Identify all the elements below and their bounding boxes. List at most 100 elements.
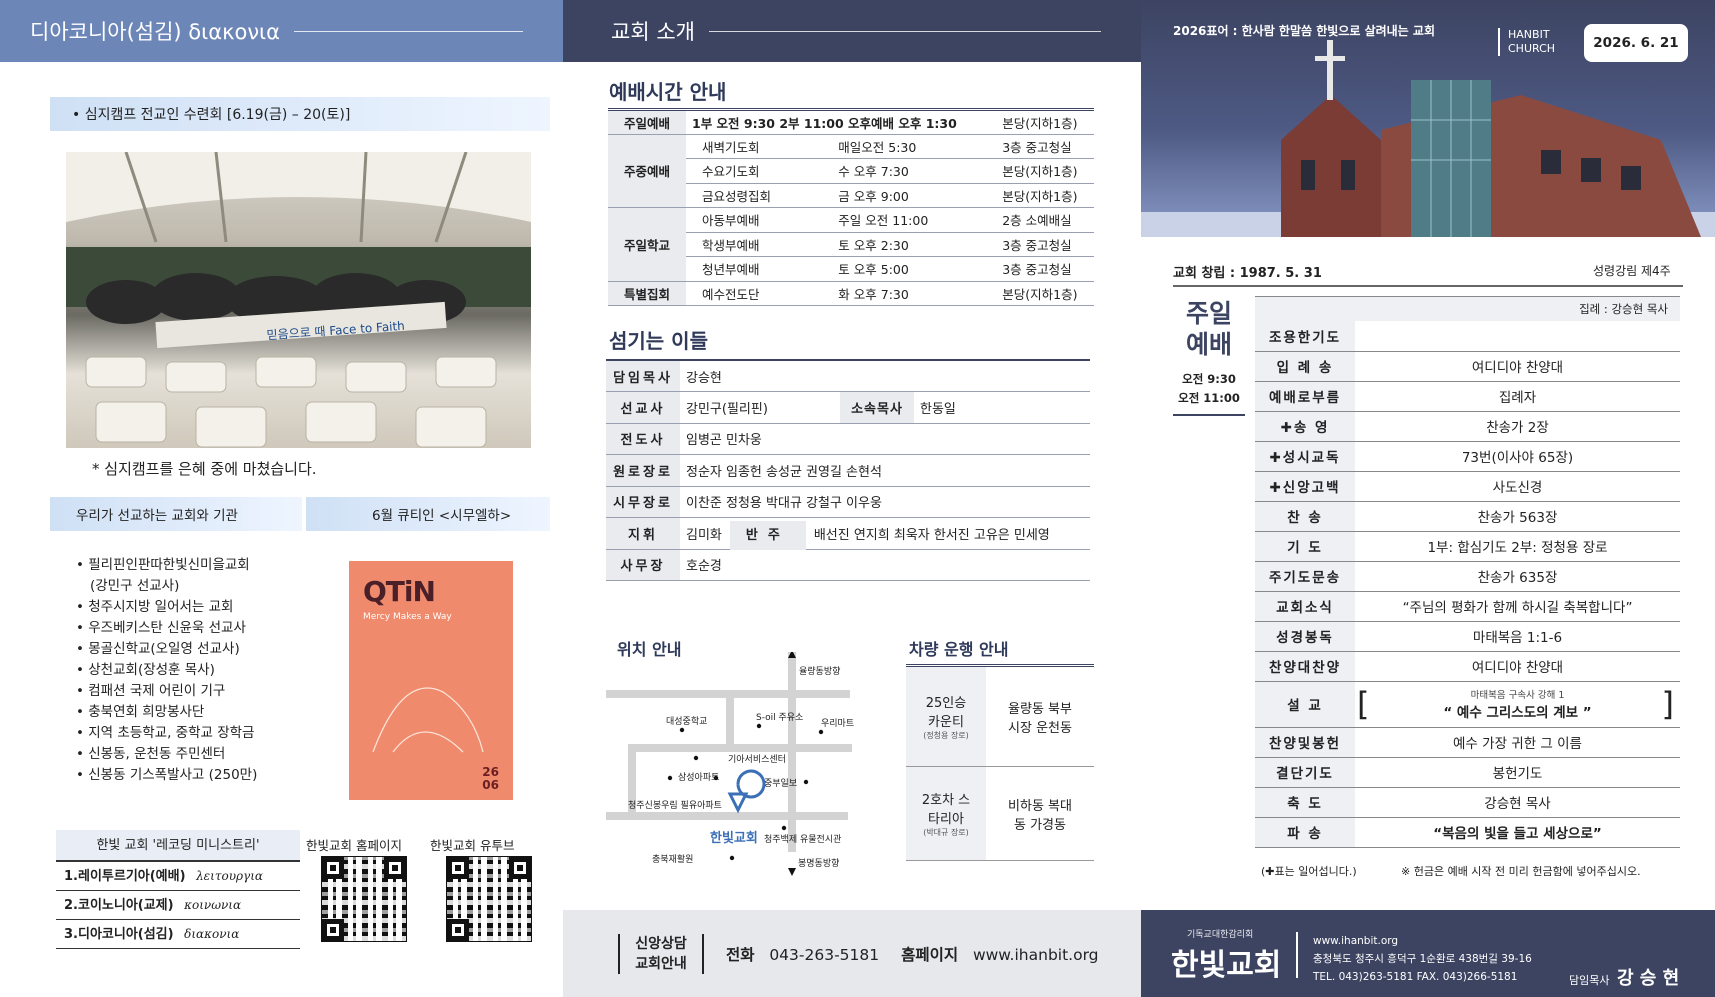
map-label: 충북재활원	[652, 853, 693, 865]
map-label: 대성중학교	[666, 716, 707, 727]
table-row: 25인승 카운티 (정청용 장로) 율량동 북부시장 운천동	[906, 667, 1094, 767]
footer-address: 충청북도 청주시 흥덕구 1순환로 438번길 39-16	[1313, 953, 1532, 965]
map-label: 중부일보	[764, 778, 797, 789]
recording-item: 2.코이노니아(교제) κοινωνια	[56, 891, 300, 920]
offering-note: ※ 헌금은 예배 시작 전 미리 헌금함에 넣어주십시오.	[1401, 865, 1641, 878]
table-row: 찬 송 찬송가 563장	[1255, 501, 1680, 532]
map-label: 삼성아파트	[678, 772, 719, 783]
table-row: 예배로부름 집례자	[1255, 381, 1680, 412]
table-row: 주일학교 아동부예배 주일 오전 11:00 2층 소예배실	[608, 207, 1094, 282]
liturgical-season: 성령강림 제4주	[1593, 264, 1671, 278]
mission-list: • 필리핀인판따한빛신미을교회 (강민구 선교사) • 청주시지방 일어서는 교…	[76, 555, 306, 786]
table-row: 원로장로 정순자 임종헌 송성균 권영길 손현석	[606, 454, 1090, 487]
list-item: • 청주시지방 일어서는 교회	[76, 599, 234, 615]
list-item: • 필리핀인판따한빛신미을교회	[76, 557, 250, 573]
issue-month: 06	[482, 778, 499, 792]
list-item: • 상천교회(장성훈 목사)	[76, 662, 215, 678]
table-row: 찬양및봉헌 예수 가장 귀한 그 이름	[1255, 727, 1680, 758]
homepage-qr-code[interactable]	[321, 856, 407, 942]
youtube-qr-code[interactable]	[446, 856, 532, 942]
map-label: 우리마트	[821, 718, 854, 729]
recording-box: 한빛 교회 '레코딩 미니스트리' 1.레이투르기아(예배) λειτουργι…	[56, 830, 300, 949]
table-row: 입 례 송 여디디야 찬양대	[1255, 351, 1680, 382]
table-row: 파 송 “복음의 빛을 들고 세상으로”	[1255, 817, 1680, 848]
photo-caption: * 심지캠프를 은혜 중에 마쳤습니다.	[92, 460, 317, 478]
church-logo: 한빛교회	[1171, 948, 1282, 983]
list-item: • 신봉동, 운천동 주민센터	[76, 746, 226, 762]
footer-pastor-name: 강 승 현	[1616, 968, 1680, 989]
location-map: 율량동방향 대성중학교 S-oil 주유소 우리마트 기아서비스센터 삼성아파트…	[606, 652, 854, 876]
church-footer: 기독교대한감리회 한빛교회 www.ihanbit.org 충청북도 청주시 흥…	[1141, 910, 1715, 997]
bus-table: 25인승 카운티 (정청용 장로) 율량동 북부시장 운천동 2호차 스타리아 (박…	[906, 664, 1094, 861]
table-row: 조용한기도	[1255, 321, 1680, 352]
annual-slogan: 2026표어 : 한사람 한말씀 한빛으로 살려내는 교회	[1173, 24, 1435, 38]
table-row: 지휘 김미화 반주 배선진 연지희 최욱자 한서진 고유은 민세영	[606, 517, 1090, 550]
panel-title: 디아코니아(섬김) διακονια	[30, 20, 281, 44]
table-row: 선교사 강민구(필리핀) 소속목사 한동일	[606, 391, 1090, 424]
contact-footer: 신앙상담 교회안내 전화 043-263-5181 홈페이지 www.ihanb…	[563, 910, 1141, 997]
founded-date: 교회 창립 : 1987. 5. 31	[1173, 266, 1322, 281]
table-row: 담임목사 강승현	[606, 360, 1090, 392]
leader-bar: 집례 : 강승현 목사	[1255, 296, 1680, 321]
list-item: • 지역 초등학교, 중학교 장학금	[76, 725, 255, 741]
sermon-title: “ 예수 그리스도의 계보 ”	[1443, 705, 1592, 721]
recording-item: 1.레이투르기아(예배) λειτουργια	[56, 862, 300, 891]
standing-note: (✚표는 일어섭니다.)	[1261, 865, 1357, 878]
worship-time: 오전 9:30	[1182, 372, 1236, 386]
worship-title: 예배시간 안내	[609, 80, 727, 104]
bulletin-date: 2026. 6. 21	[1584, 24, 1688, 62]
list-item: • 우즈베키스탄 신윤욱 선교사	[76, 620, 246, 636]
camp-photo: 믿음으로 때 Face to Faith	[66, 152, 531, 448]
list-item: • 컴패션 국제 어린이 기구	[76, 683, 226, 699]
map-label: 청주백제 유물전시관	[764, 834, 841, 845]
panel-title: 교회 소개	[611, 20, 695, 44]
recording-title: 한빛 교회 '레코딩 미니스트리'	[56, 830, 300, 862]
map-label: 기아서비스센터	[728, 754, 786, 765]
table-row: 사무장 호순경	[606, 549, 1090, 581]
list-item: • 충북연회 희망봉사단	[76, 704, 205, 720]
church-name-en: HANBIT CHURCH	[1498, 28, 1558, 56]
staff-title: 섬기는 이들	[609, 329, 708, 353]
table-row: 축 도 강승현 목사	[1255, 787, 1680, 818]
table-row: ✚성시교독 73번(이사야 65장)	[1255, 441, 1680, 472]
table-row: 결단기도 봉헌기도	[1255, 757, 1680, 788]
panel-header: 교회 소개	[563, 0, 1141, 62]
table-row: ✚신앙고백 사도신경	[1255, 471, 1680, 502]
table-row: 전도사 임병곤 민차웅	[606, 423, 1090, 455]
footer-website[interactable]: www.ihanbit.org	[1313, 932, 1532, 950]
table-row: 주기도문송 찬송가 635장	[1255, 561, 1680, 592]
youtube-label: 한빛교회 유투브	[430, 838, 515, 853]
phone-number[interactable]: 043-263-5181	[769, 946, 879, 964]
bus-title: 차량 운행 안내	[909, 640, 1009, 659]
footer-contact: TEL. 043)263-5181 FAX. 043)266-5181	[1313, 971, 1518, 983]
contact-label: 신앙상담 교회안내	[618, 933, 704, 974]
homepage-label: 한빛교회 홈페이지	[306, 838, 402, 853]
panel-church-intro: 교회 소개 예배시간 안내 주일예배 1부 오전 9:30 2부 11:00 오후…	[563, 0, 1141, 997]
website-link[interactable]: www.ihanbit.org	[973, 946, 1099, 964]
table-row: 특별집회 예수전도단 화 오후 7:30 본당(지하1층)	[608, 281, 1094, 306]
map-label: 봉명동방향	[798, 857, 839, 869]
panel-header: 디아코니아(섬김) διακονια	[0, 0, 563, 62]
sermon-cell: [ 마태복음 구속사 강해 1 “ 예수 그리스도의 계보 ” ]	[1355, 681, 1680, 728]
table-row: 기 도 1부: 합심기도 2부: 정청용 장로	[1255, 531, 1680, 562]
staff-table: 담임목사 강승현 선교사 강민구(필리핀) 소속목사 한동일 전도사 임병곤 민차웅 원로…	[606, 359, 1090, 581]
sermon-reference: 마태복음 구속사 강해 1	[1470, 690, 1565, 701]
list-item: • 몽골신학교(오일영 선교사)	[76, 641, 240, 657]
qtin-logo: QTiN	[363, 575, 436, 608]
worship-label-box: 주일 예배 오전 9:30 오전 11:00	[1173, 298, 1245, 416]
book-illustration	[372, 687, 484, 753]
cover-banner: 2026표어 : 한사람 한말씀 한빛으로 살려내는 교회 HANBIT CHU…	[1141, 0, 1715, 237]
footer-pastor-label: 담임목사	[1569, 974, 1610, 987]
recording-item: 3.디아코니아(섬김) διακονια	[56, 920, 300, 949]
denomination: 기독교대한감리회	[1187, 930, 1254, 940]
worship-label: 주일 예배	[1185, 299, 1232, 359]
list-item: • 신봉동 기스폭발사고 (250만)	[76, 767, 258, 783]
table-row: 시무장로 이찬준 정청용 박대규 강철구 이우웅	[606, 486, 1090, 518]
table-row: 교회소식 “주님의 평화가 함께 하시길 축복합니다”	[1255, 591, 1680, 622]
photo-illustration: 믿음으로 때 Face to Faith	[66, 152, 531, 448]
table-row: 찬양대찬양 여디디야 찬양대	[1255, 651, 1680, 682]
table-row: 주일예배 1부 오전 9:30 2부 11:00 오후예배 오후 1:30 본당(지…	[608, 109, 1094, 135]
table-row: 성경봉독 마태복음 1:1-6	[1255, 621, 1680, 652]
table-row: 주중예배 새벽기도회 매일오전 5:30 3층 중고청실	[608, 134, 1094, 208]
panel-diakonia: 디아코니아(섬김) διακονια • 심지캠프 전교인 수련회 [6.19(…	[0, 0, 563, 997]
